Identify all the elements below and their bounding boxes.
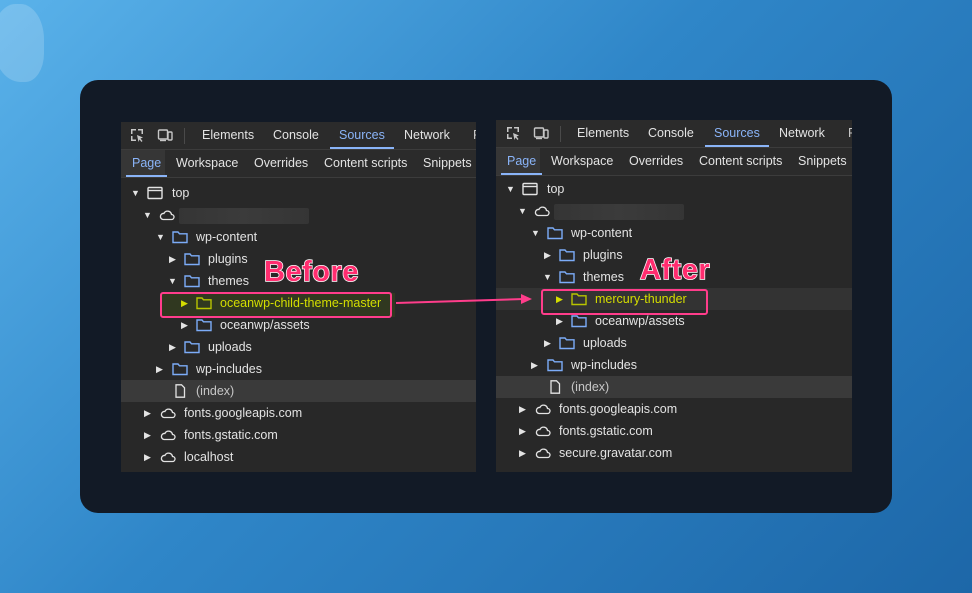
arrow-head-icon [521,294,532,304]
arrow-line [395,298,525,304]
arrow-connector [395,294,532,304]
